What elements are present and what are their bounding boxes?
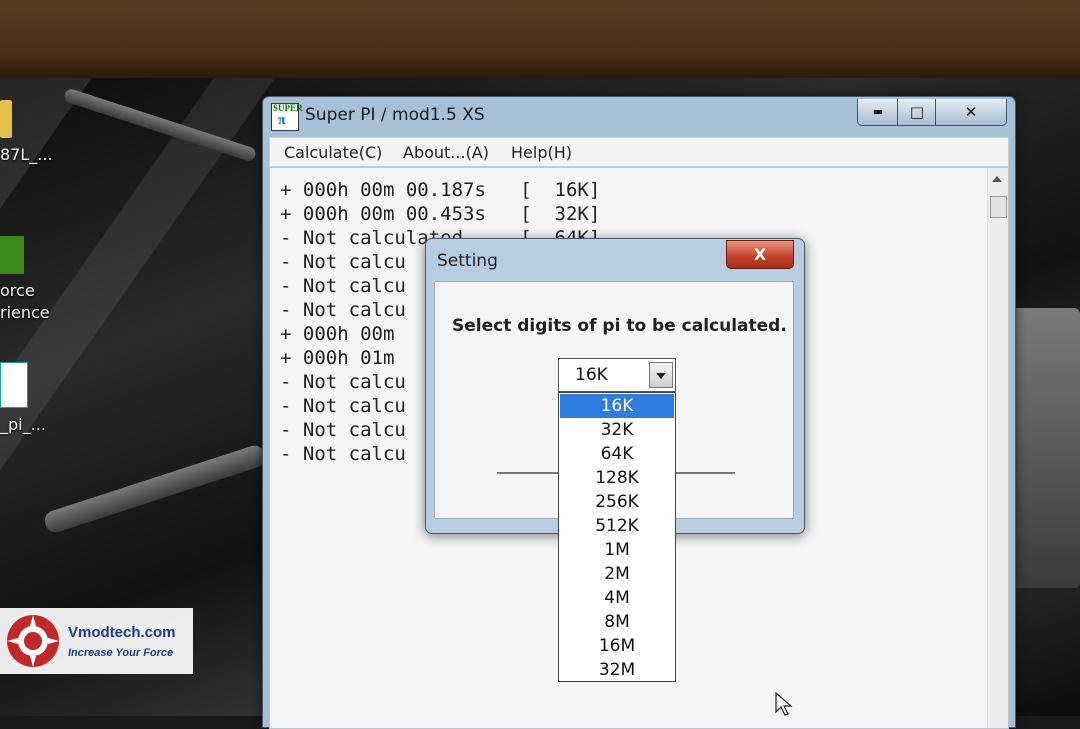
dropdown-toggle-button[interactable] [649, 362, 673, 388]
wall-background [0, 0, 1080, 78]
title-bar[interactable]: SUPER π Super PI / mod1.5 XS ▬ □ ✕ [263, 97, 1015, 133]
dropdown-option[interactable]: 8M [559, 610, 675, 634]
menu-bar: Calculate(C) About...(A) Help(H) [269, 137, 1009, 167]
dropdown-option[interactable]: 512K [559, 514, 675, 538]
dialog-prompt: Select digits of pi to be calculated. [452, 316, 787, 336]
watermark-title: Vmodtech.com [68, 623, 176, 641]
minimize-button[interactable]: ▬ [857, 99, 899, 126]
close-button[interactable]: ✕ [935, 99, 1007, 126]
desktop-wallpaper-rail [62, 87, 258, 163]
desktop-wallpaper-rail [42, 443, 268, 535]
watermark: Vmodtech.com Increase Your Force [0, 608, 193, 674]
desktop-icon-folder[interactable]: 87L_... [0, 100, 70, 166]
desktop-icon-superpi[interactable]: _pi_... [0, 362, 70, 436]
window-title: Super PI / mod1.5 XS [305, 105, 485, 125]
dropdown-option[interactable]: 4M [559, 586, 675, 610]
scroll-up-arrow-icon[interactable] [992, 176, 1002, 182]
dropdown-option[interactable]: 256K [559, 490, 675, 514]
log-line: + 000h 00m 00.187s [ 16K] [280, 179, 601, 201]
log-line: + 000h 00m 00.453s [ 32K] [280, 203, 601, 225]
desktop-icon-label: 87L_... [0, 145, 53, 164]
desktop-icon-geforce[interactable]: orce rience [0, 236, 70, 324]
dialog-close-button[interactable]: X [726, 240, 794, 269]
desktop-icon-label: _pi_... [0, 415, 46, 434]
digits-dropdown-list: 16K 32K 64K 128K 256K 512K 1M 2M 4M 8M 1… [558, 392, 676, 682]
dialog-divider [675, 472, 735, 474]
dropdown-option[interactable]: 32M [559, 658, 675, 682]
dialog-divider [497, 472, 559, 474]
menu-calculate[interactable]: Calculate(C) [284, 143, 382, 162]
dropdown-option[interactable]: 64K [559, 442, 675, 466]
vmodtech-logo-icon [7, 615, 59, 667]
watermark-subtitle: Increase Your Force [68, 646, 174, 659]
dialog-title: Setting [437, 251, 498, 271]
folder-icon [0, 100, 12, 138]
dropdown-option[interactable]: 16K [560, 394, 674, 418]
digits-select-value: 16K [575, 365, 608, 385]
dropdown-option[interactable]: 1M [559, 538, 675, 562]
chevron-down-icon [656, 373, 666, 379]
menu-help[interactable]: Help(H) [511, 143, 572, 162]
desktop-wallpaper-rail [1010, 308, 1080, 588]
scroll-thumb[interactable] [990, 196, 1007, 218]
vertical-scrollbar[interactable] [987, 168, 1008, 728]
digits-select[interactable]: 16K [558, 358, 676, 392]
superpi-icon [0, 362, 28, 408]
mouse-pointer-icon [775, 692, 793, 716]
dropdown-option[interactable]: 2M [559, 562, 675, 586]
menu-about[interactable]: About...(A) [403, 143, 489, 162]
superpi-app-icon: SUPER π [271, 103, 303, 131]
dropdown-option[interactable]: 16M [559, 634, 675, 658]
dropdown-option[interactable]: 32K [559, 418, 675, 442]
maximize-button[interactable]: □ [897, 99, 937, 126]
nvidia-icon [0, 236, 24, 274]
desktop-icon-label: rience [0, 303, 50, 322]
dropdown-option[interactable]: 128K [559, 466, 675, 490]
desktop-icon-label: orce [0, 281, 35, 300]
